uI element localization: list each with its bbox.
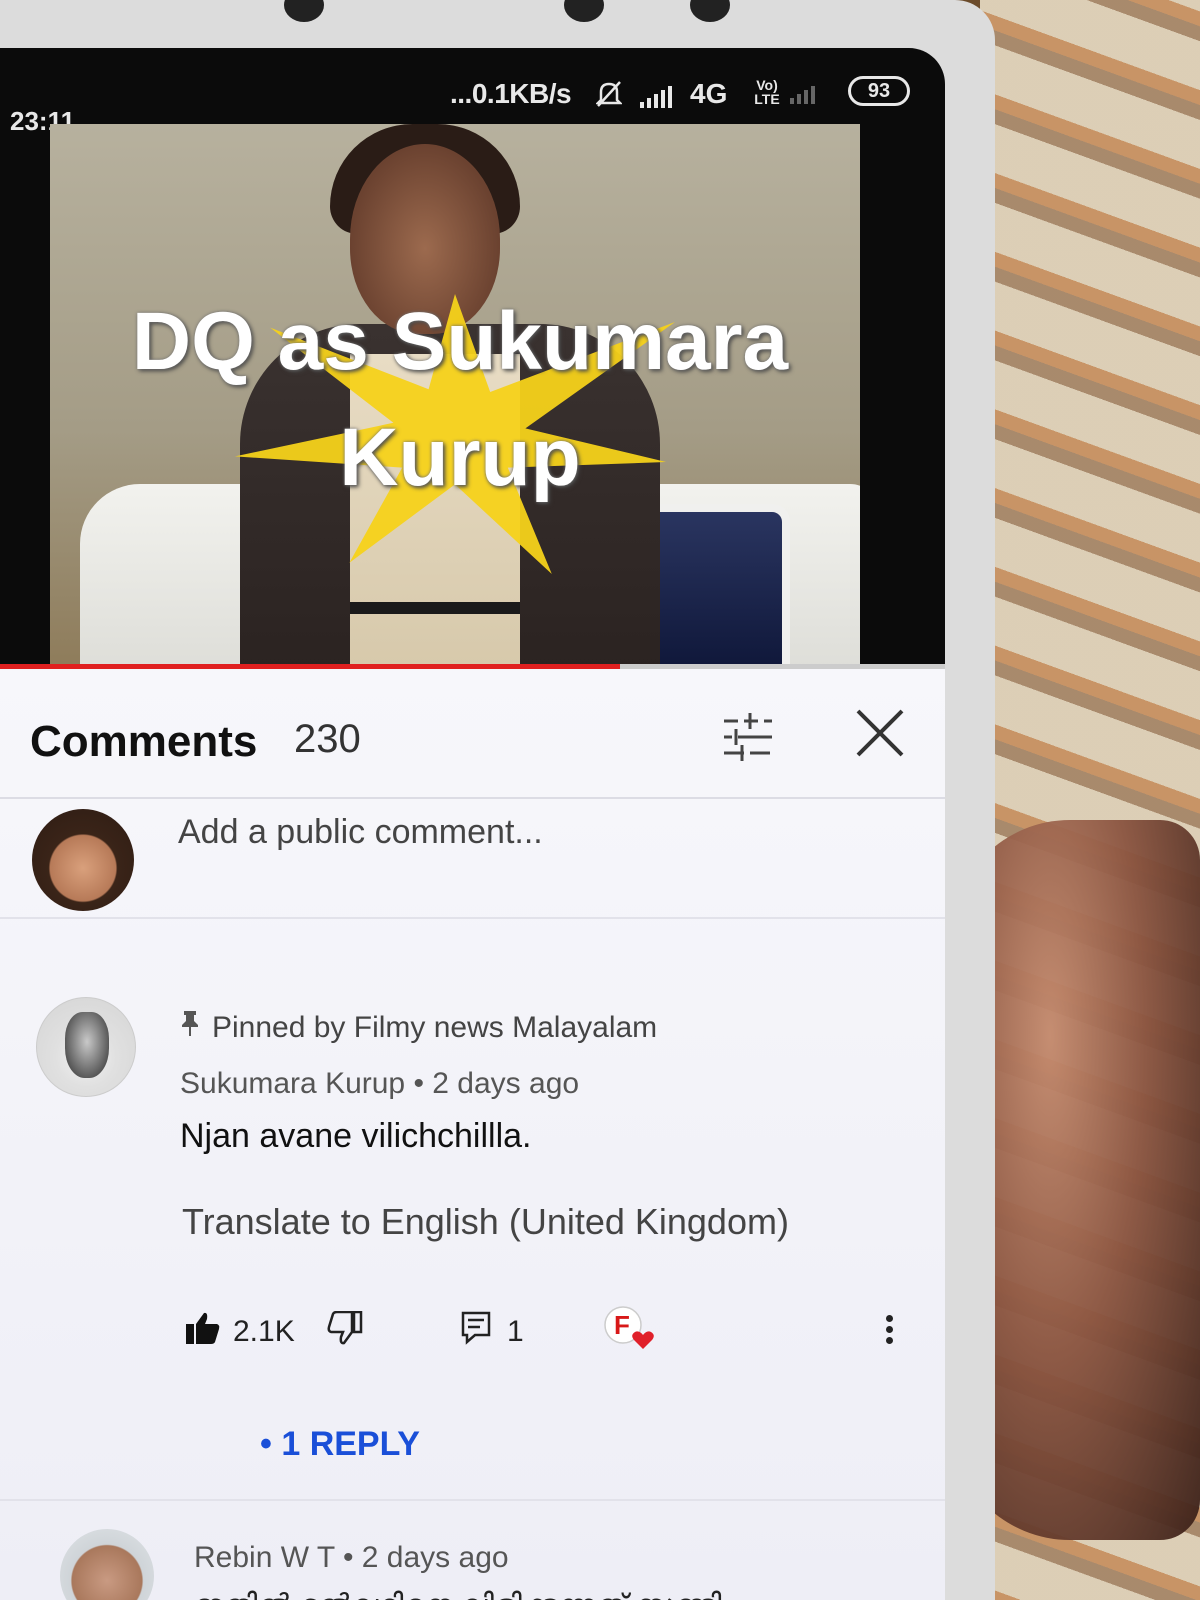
sort-filter-icon[interactable] (720, 709, 776, 765)
user-avatar (32, 809, 134, 911)
video-person-belt (350, 602, 520, 614)
dislike-button[interactable] (327, 1307, 363, 1357)
comment-author-line[interactable]: Sukumara Kurup • 2 days ago (180, 1067, 579, 1101)
phone-screen: 23:11 ...0.1KB/s 4G Vo) LTE 93 DQ as Suk… (0, 48, 945, 1600)
second-comment-avatar[interactable] (60, 1529, 154, 1600)
reply-count: 1 (507, 1315, 524, 1348)
close-icon[interactable] (852, 705, 908, 761)
phone-frame: 23:11 ...0.1KB/s 4G Vo) LTE 93 DQ as Suk… (0, 0, 995, 1600)
comment-text: Njan avane vilichchillla. (180, 1117, 532, 1155)
translate-link[interactable]: Translate to English (United Kingdom) (182, 1201, 789, 1243)
pinned-by-text: Pinned by Filmy news Malayalam (212, 1011, 658, 1044)
pinned-label: Pinned by Filmy news Malayalam (180, 1009, 657, 1045)
comments-count: 230 (294, 717, 361, 761)
creator-badge-letter: F (614, 1310, 630, 1340)
comment-icon (461, 1311, 491, 1353)
pin-icon (180, 1009, 200, 1045)
second-sim-signal-icon (790, 86, 815, 104)
add-comment-row[interactable]: Add a public comment... (0, 799, 945, 919)
comment-divider (0, 1499, 945, 1501)
mute-icon (594, 80, 624, 113)
comments-title: Comments (30, 717, 258, 766)
second-comment-text: ഇതിൽ ദുൽഖറിനെ വിളിക്കുന്നത് സുണ്ടി (194, 1589, 722, 1600)
creator-heart-badge: F (603, 1303, 655, 1353)
thumbs-down-icon (327, 1310, 363, 1353)
second-comment-author-line[interactable]: Rebin W T • 2 days ago (194, 1541, 509, 1575)
reply-button[interactable]: 1 (461, 1307, 524, 1357)
like-button[interactable]: 2.1K (185, 1307, 295, 1357)
comment-author-avatar[interactable] (36, 997, 136, 1097)
more-options-icon[interactable] (877, 1311, 901, 1357)
add-comment-input[interactable]: Add a public comment... (178, 813, 543, 852)
volte-indicator: Vo) LTE (754, 77, 780, 107)
phone-sensors (280, 0, 740, 24)
comments-header: Comments 230 (0, 669, 945, 799)
network-type: 4G (690, 78, 728, 109)
video-player[interactable]: DQ as Sukumara Kurup (50, 124, 860, 680)
like-count: 2.1K (233, 1315, 295, 1348)
comment-actions: 2.1K 1 F (185, 1306, 925, 1357)
battery-indicator: 93 (848, 76, 910, 106)
comments-panel: Comments 230 Add a public comment... Pin… (0, 669, 945, 1600)
video-overlay-title: DQ as Sukumara Kurup (131, 296, 789, 503)
network-speed: ...0.1KB/s (450, 78, 572, 109)
thumbs-up-icon (185, 1311, 221, 1353)
view-replies-button[interactable]: • 1 REPLY (260, 1425, 420, 1464)
signal-strength-icon (640, 86, 672, 108)
